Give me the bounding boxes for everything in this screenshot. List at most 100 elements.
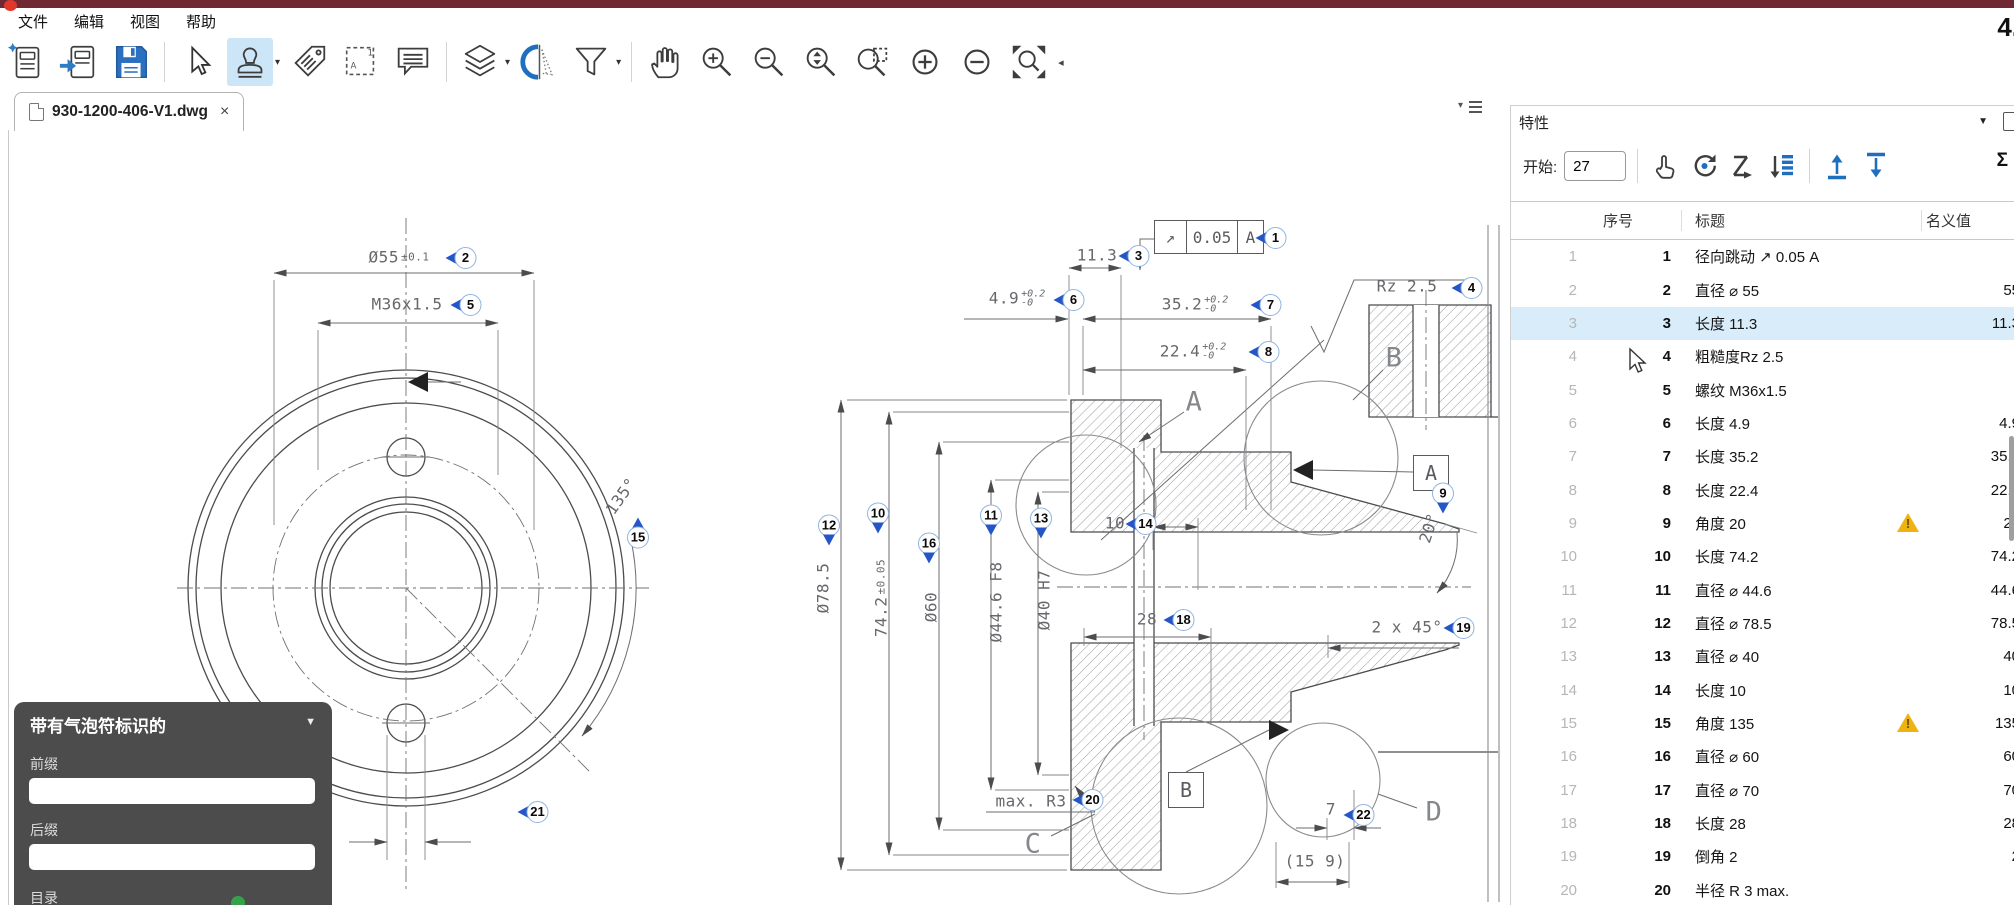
row-index: 10 [1511, 548, 1577, 565]
table-row[interactable]: 44粗糙度Rz 2.5 [1511, 340, 2014, 373]
tab-drawing[interactable]: 930-1200-406-V1.dwg × [14, 92, 244, 131]
row-number: 3 [1577, 315, 1671, 332]
renumber-list-icon [1771, 155, 1794, 178]
menu-item-2[interactable]: 视图 [130, 11, 160, 32]
move-top-button[interactable] [1821, 150, 1853, 182]
layers-dropdown-caret[interactable]: ▾ [505, 57, 510, 68]
row-number: 16 [1577, 748, 1671, 765]
col-header-title[interactable]: 标题 [1695, 210, 1890, 231]
row-title: 径向跳动 ↗ 0.05 A [1695, 246, 1890, 267]
balloon-7[interactable]: 7 [1251, 294, 1282, 316]
z-order-button[interactable] [1727, 150, 1759, 182]
datum-box-B: B [1168, 772, 1204, 808]
menu-item-3[interactable]: 帮助 [186, 11, 216, 32]
balloon-12[interactable]: 12 [818, 515, 840, 546]
sum-sigma-button[interactable]: Σ [1997, 150, 2008, 172]
balloon-15[interactable]: 15 [627, 518, 649, 549]
table-row[interactable]: 99角度 20!20 [1511, 507, 2014, 540]
start-number-input[interactable] [1564, 151, 1626, 181]
zoom-window-button[interactable] [850, 38, 896, 86]
mirror-view-button[interactable] [516, 38, 562, 86]
balloon-1[interactable]: 1 [1256, 227, 1287, 249]
zoom-out-button[interactable] [746, 38, 792, 86]
zoom-in-button[interactable] [694, 38, 740, 86]
menu-item-1[interactable]: 编辑 [74, 11, 104, 32]
balloon-16[interactable]: 16 [918, 533, 940, 564]
col-header-value[interactable]: 名义值 [1926, 210, 2014, 231]
touch-select-button[interactable] [1649, 150, 1681, 182]
comment-button[interactable] [390, 38, 436, 86]
table-row[interactable]: 1818长度 2828 [1511, 807, 2014, 840]
select-cursor-button[interactable] [175, 38, 221, 86]
decrease-button[interactable] [954, 38, 1000, 86]
balloon-5[interactable]: 5 [451, 294, 482, 316]
panel-separator [1637, 149, 1638, 183]
dimension-label: 2 x 45° [1372, 618, 1443, 637]
suffix-input[interactable] [29, 844, 315, 870]
table-row[interactable]: 1616直径 ⌀ 6060 [1511, 740, 2014, 773]
balloon-9[interactable]: 9 [1432, 483, 1454, 514]
table-row[interactable]: 22直径 ⌀ 5555 [1511, 273, 2014, 306]
prefix-input[interactable] [29, 778, 315, 804]
table-row[interactable]: 1919倒角 22 [1511, 840, 2014, 873]
table-row[interactable]: 1717直径 ⌀ 7070 [1511, 774, 2014, 807]
col-header-no[interactable]: 序号 [1577, 210, 1671, 231]
table-row[interactable]: 1212直径 ⌀ 78.578.5 [1511, 607, 2014, 640]
tab-list-menu-icon[interactable]: ▾ [1460, 98, 1482, 118]
open-document-button[interactable] [56, 38, 102, 86]
new-document-button[interactable] [4, 38, 50, 86]
layers-button[interactable] [457, 38, 503, 86]
stamp-dropdown-caret[interactable]: ▾ [275, 57, 280, 68]
renumber-list-button[interactable] [1766, 150, 1798, 182]
filter-dropdown-caret[interactable]: ▾ [616, 57, 621, 68]
balloon-20[interactable]: 20 [1073, 789, 1104, 811]
zoom-extents-button[interactable] [1006, 38, 1052, 86]
toolbar-collapse-caret[interactable]: ◂ [1058, 56, 1064, 69]
stamp-balloon-button[interactable] [227, 38, 273, 86]
panel-pin-icon[interactable] [2003, 112, 2014, 131]
overlay-collapse-icon[interactable]: ▼ [305, 716, 316, 728]
filter-button[interactable] [568, 38, 614, 86]
refresh-renumber-button[interactable] [1688, 150, 1720, 182]
tab-close-icon[interactable]: × [220, 103, 229, 121]
balloon-10[interactable]: 10 [867, 503, 889, 534]
balloon-2[interactable]: 2 [446, 247, 477, 269]
panel-collapse-icon[interactable]: ▼ [1978, 116, 1988, 127]
pan-hand-icon [652, 48, 677, 77]
table-row[interactable]: 88长度 22.422.4 [1511, 473, 2014, 506]
balloon-region-button[interactable]: 1A [338, 38, 384, 86]
balloon-13[interactable]: 13 [1030, 508, 1052, 539]
pan-hand-button[interactable] [642, 38, 688, 86]
increase-button[interactable] [902, 38, 948, 86]
table-row[interactable]: 55螺纹 M36x1.5 [1511, 373, 2014, 406]
drawing-canvas[interactable]: ↗ 0.05 A 1234567891011121314151618192021… [8, 130, 1512, 905]
menu-item-0[interactable]: 文件 [18, 11, 48, 32]
balloon-14[interactable]: 14 [1126, 513, 1157, 535]
table-row[interactable]: 1313直径 ⌀ 4040 [1511, 640, 2014, 673]
row-index: 20 [1511, 882, 1577, 899]
balloon-22[interactable]: 22 [1344, 804, 1375, 826]
table-row[interactable]: 1111直径 ⌀ 44.644.6 [1511, 573, 2014, 606]
table-row[interactable]: 1515角度 135!135 [1511, 707, 2014, 740]
table-row[interactable]: 66长度 4.94.9 [1511, 407, 2014, 440]
balloon-8[interactable]: 8 [1249, 341, 1280, 363]
balloon-19[interactable]: 19 [1444, 617, 1475, 639]
move-top-icon [1828, 155, 1846, 178]
table-row[interactable]: 2020半径 R 3 max. [1511, 874, 2014, 907]
balloon-4[interactable]: 4 [1452, 277, 1483, 299]
save-button[interactable] [108, 38, 154, 86]
table-row[interactable]: 33长度 11.311.3 [1511, 307, 2014, 340]
balloon-18[interactable]: 18 [1164, 609, 1195, 631]
zoom-selection-button[interactable] [798, 38, 844, 86]
balloon-11[interactable]: 11 [980, 505, 1002, 536]
tag-button[interactable] [286, 38, 332, 86]
table-scrollbar[interactable] [2009, 436, 2014, 541]
balloon-6[interactable]: 6 [1054, 289, 1085, 311]
move-bottom-button[interactable] [1860, 150, 1892, 182]
table-row[interactable]: 1010长度 74.274.2 [1511, 540, 2014, 573]
balloon-3[interactable]: 3 [1119, 245, 1150, 267]
table-row[interactable]: 77长度 35.235.2 [1511, 440, 2014, 473]
table-row[interactable]: 1414长度 1010 [1511, 673, 2014, 706]
balloon-21[interactable]: 21 [518, 801, 549, 823]
table-row[interactable]: 11径向跳动 ↗ 0.05 A [1511, 240, 2014, 273]
